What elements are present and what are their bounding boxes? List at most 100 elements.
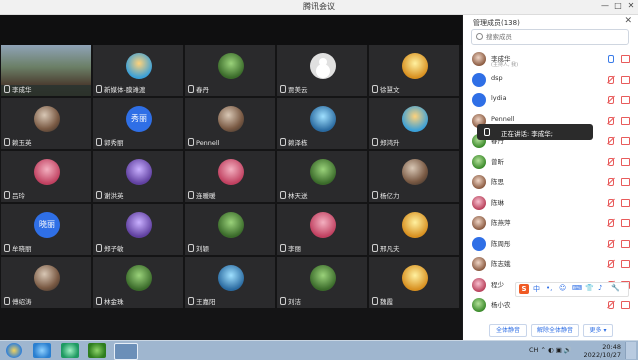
participant-name-label: 贾美云: [280, 84, 308, 94]
camera-off-icon[interactable]: [621, 178, 630, 186]
participant-avatar: [402, 106, 428, 132]
panel-close-icon[interactable]: ✕: [624, 16, 632, 26]
microphone-muted-icon[interactable]: [608, 239, 614, 248]
ime-tool-icon[interactable]: 🔧: [611, 284, 620, 292]
app-taskbar-icon-2[interactable]: [88, 343, 106, 358]
member-row[interactable]: lydia: [463, 90, 638, 111]
more-button[interactable]: 更多 ▾: [583, 324, 613, 337]
camera-off-icon[interactable]: [621, 137, 630, 145]
video-tile[interactable]: 赖泽栋: [277, 98, 367, 149]
video-tile[interactable]: 吕玲: [1, 151, 91, 202]
video-tile[interactable]: 刘洁: [277, 257, 367, 308]
maximize-button[interactable]: □: [611, 1, 625, 10]
camera-off-icon[interactable]: [621, 301, 630, 309]
member-search-input[interactable]: [484, 31, 628, 43]
video-tile[interactable]: 连暖暖: [185, 151, 275, 202]
member-row[interactable]: dsp: [463, 70, 638, 91]
video-tile[interactable]: 秀丽 郭秀丽: [93, 98, 183, 149]
microphone-muted-icon[interactable]: [608, 178, 614, 186]
microphone-muted-icon[interactable]: [608, 301, 614, 309]
member-row[interactable]: 陈志娥: [463, 254, 638, 275]
member-row[interactable]: 杨小农: [463, 295, 638, 316]
microphone-muted-icon[interactable]: [608, 219, 614, 227]
member-name: 陈志娥: [491, 260, 511, 268]
member-row[interactable]: 曾昕: [463, 152, 638, 173]
camera-off-icon[interactable]: [621, 116, 630, 125]
ime-tool-icon[interactable]: ♪: [598, 284, 602, 292]
camera-off-icon[interactable]: [621, 75, 630, 84]
minimize-button[interactable]: —: [598, 1, 612, 10]
video-tile[interactable]: 林金珠: [93, 257, 183, 308]
show-desktop-button[interactable]: [625, 342, 636, 359]
member-avatar: [472, 93, 486, 107]
app-taskbar-icon[interactable]: [61, 343, 79, 358]
video-tile[interactable]: 李丽: [277, 204, 367, 255]
video-tile[interactable]: 郑鸿升: [369, 98, 459, 149]
video-tile[interactable]: 谢洪英: [93, 151, 183, 202]
camera-off-icon[interactable]: [621, 260, 630, 268]
member-row[interactable]: 李成华 (主持人, 我): [463, 49, 638, 70]
microphone-muted-icon[interactable]: [608, 116, 614, 125]
member-row[interactable]: 陈周彤: [463, 234, 638, 255]
video-tile[interactable]: 杨亿力: [369, 151, 459, 202]
participant-name: 林金珠: [104, 298, 124, 306]
member-role: (主持人, 我): [491, 62, 519, 68]
member-name: 杨小农: [491, 301, 511, 309]
video-tile[interactable]: 林天送: [277, 151, 367, 202]
video-tile[interactable]: 魏霞: [369, 257, 459, 308]
clock[interactable]: 20:48 2022/10/27: [575, 343, 621, 359]
camera-off-icon[interactable]: [621, 219, 630, 227]
microphone-icon: [372, 244, 378, 252]
participant-avatar: [310, 212, 336, 238]
video-tile[interactable]: 李成华: [1, 45, 91, 96]
ime-tool-icon[interactable]: 👕: [585, 284, 594, 292]
microphone-muted-icon[interactable]: [608, 96, 614, 104]
tencent-meeting-taskbar-icon[interactable]: [114, 343, 138, 360]
microphone-muted-icon[interactable]: [608, 198, 614, 207]
microphone-muted-icon[interactable]: [608, 157, 614, 166]
ime-tool-icon[interactable]: ⌨: [572, 284, 582, 292]
sogou-logo-icon[interactable]: S: [519, 284, 529, 294]
video-tile[interactable]: 邢凡夫: [369, 204, 459, 255]
member-row[interactable]: 陈琳: [463, 193, 638, 214]
video-tile[interactable]: 徐慧文: [369, 45, 459, 96]
ime-tool-icon[interactable]: 中: [533, 284, 540, 294]
camera-off-icon[interactable]: [621, 157, 630, 166]
microphone-muted-icon[interactable]: [608, 137, 614, 145]
window-titlebar: 腾讯会议 — □ ✕: [0, 0, 638, 15]
video-tile[interactable]: 傅绍涛: [1, 257, 91, 308]
camera-off-icon[interactable]: [621, 198, 630, 207]
browser-taskbar-icon[interactable]: [33, 343, 51, 358]
video-tile[interactable]: 新媒体-膜滩渡: [93, 45, 183, 96]
microphone-icon: [4, 244, 10, 252]
microphone-icon: [96, 244, 102, 252]
member-row[interactable]: 陈燕萍: [463, 213, 638, 234]
mute-all-button[interactable]: 全体静音: [489, 324, 527, 337]
member-row[interactable]: 陈思: [463, 172, 638, 193]
participant-avatar: [402, 53, 428, 79]
video-tile[interactable]: 晓丽 牟晓丽: [1, 204, 91, 255]
camera-off-icon[interactable]: [621, 55, 630, 63]
video-tile[interactable]: 春丹: [185, 45, 275, 96]
video-tile[interactable]: 王嘉阳: [185, 257, 275, 308]
ime-tool-icon[interactable]: ☺: [559, 284, 566, 292]
camera-off-icon[interactable]: [621, 96, 630, 104]
ime-toolbar[interactable]: S 中 •, ☺ ⌨ 👕 ♪ 🔧: [515, 282, 629, 297]
video-tile[interactable]: Pennell: [185, 98, 275, 149]
start-button[interactable]: [6, 343, 22, 358]
ime-tool-icon[interactable]: •,: [546, 284, 552, 292]
participant-name: 谢洪英: [104, 192, 124, 200]
system-tray[interactable]: CH ⌃ ◐ ▣ 🔊: [529, 346, 572, 354]
unmute-all-button[interactable]: 解除全体静音: [531, 324, 579, 337]
video-tile[interactable]: 刘颖: [185, 204, 275, 255]
video-tile[interactable]: 贾美云: [277, 45, 367, 96]
participant-avatar: [34, 159, 60, 185]
camera-off-icon[interactable]: [621, 239, 630, 248]
video-tile[interactable]: 郑子敏: [93, 204, 183, 255]
close-button[interactable]: ✕: [624, 1, 638, 10]
microphone-muted-icon[interactable]: [608, 260, 614, 268]
member-search-box[interactable]: [471, 29, 629, 45]
video-tile[interactable]: 赖玉英: [1, 98, 91, 149]
microphone-icon[interactable]: [608, 55, 614, 63]
microphone-muted-icon[interactable]: [608, 75, 614, 84]
